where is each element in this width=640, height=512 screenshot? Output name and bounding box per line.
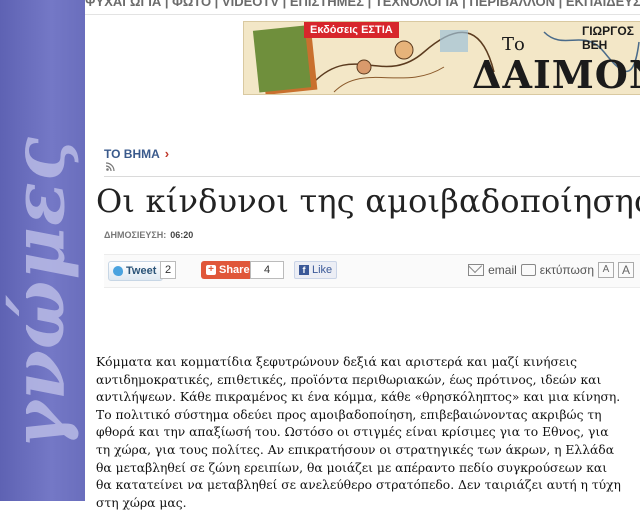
publish-time: 06:20 bbox=[170, 230, 194, 240]
tweet-count: 2 bbox=[160, 261, 177, 279]
share-label: Share bbox=[219, 264, 250, 276]
article-title: Οι κίνδυνοι της αμοιβαδοποίησης bbox=[96, 182, 640, 220]
tweet-label: Tweet bbox=[126, 265, 157, 277]
print-link[interactable]: εκτύπωση bbox=[540, 263, 594, 277]
divider bbox=[104, 176, 640, 177]
book-cover-image bbox=[252, 25, 312, 93]
banner-book-title: ΔΑΙΜΟΝΙΟ bbox=[472, 52, 640, 95]
font-decrease-button[interactable]: A bbox=[598, 262, 614, 278]
share-count: 4 bbox=[250, 261, 284, 279]
font-increase-button[interactable]: A bbox=[618, 262, 634, 278]
breadcrumb[interactable]: ΤΟ ΒΗΜΑ › bbox=[104, 146, 169, 161]
top-navigation: ΨΥΧΑΓΩΓΙΑ | ΦΩΤΟ | VIDEOTV | ΕΠΙΣΤΗΜΕΣ |… bbox=[85, 0, 640, 15]
top-navigation-links[interactable]: ΨΥΧΑΓΩΓΙΑ | ΦΩΤΟ | VIDEOTV | ΕΠΙΣΤΗΜΕΣ |… bbox=[85, 0, 640, 9]
banner-author: ΓΙΩΡΓΟΣ ΒΕΗ bbox=[582, 24, 634, 52]
like-label: Like bbox=[312, 264, 333, 276]
twitter-bird-icon bbox=[113, 266, 123, 276]
rss-icon[interactable] bbox=[105, 162, 115, 174]
sidebar-section-title: γνώμες bbox=[0, 136, 81, 449]
tweet-button[interactable]: Tweet bbox=[108, 261, 164, 281]
opinions-sidebar: γνώμες bbox=[0, 0, 85, 501]
publisher-label: Εκδόσεις ΕΣΤΙΑ bbox=[304, 22, 399, 38]
share-button[interactable]: + Share bbox=[201, 261, 255, 279]
facebook-like-button[interactable]: f Like bbox=[294, 261, 338, 279]
facebook-icon: f bbox=[299, 265, 309, 275]
publish-label: ΔΗΜΟΣΙΕΥΣΗ: bbox=[104, 230, 167, 240]
share-bar: Tweet 2 + Share 4 f Like email εκτύπωση … bbox=[104, 254, 640, 288]
article-body: Κόμματα και κομματίδια ξεφυτρώνουν δεξιά… bbox=[96, 355, 621, 510]
print-icon[interactable] bbox=[520, 264, 536, 276]
email-icon[interactable] bbox=[468, 264, 485, 276]
article-tools: email εκτύπωση A A bbox=[468, 262, 634, 278]
publish-info: ΔΗΜΟΣΙΕΥΣΗ: 06:20 bbox=[104, 230, 193, 240]
article-area: ΤΟ ΒΗΜΑ › Οι κίνδυνοι της αμοιβαδοποίησης… bbox=[85, 96, 640, 510]
plus-icon: + bbox=[206, 265, 216, 275]
email-link[interactable]: email bbox=[488, 263, 517, 277]
breadcrumb-section[interactable]: ΤΟ ΒΗΜΑ bbox=[104, 147, 160, 161]
chevron-right-icon: › bbox=[164, 146, 170, 161]
banner-ad[interactable]: Εκδόσεις ΕΣΤΙΑ ΓΙΩΡΓΟΣ ΒΕΗ Το ΔΑΙΜΟΝΙΟ bbox=[243, 21, 640, 95]
